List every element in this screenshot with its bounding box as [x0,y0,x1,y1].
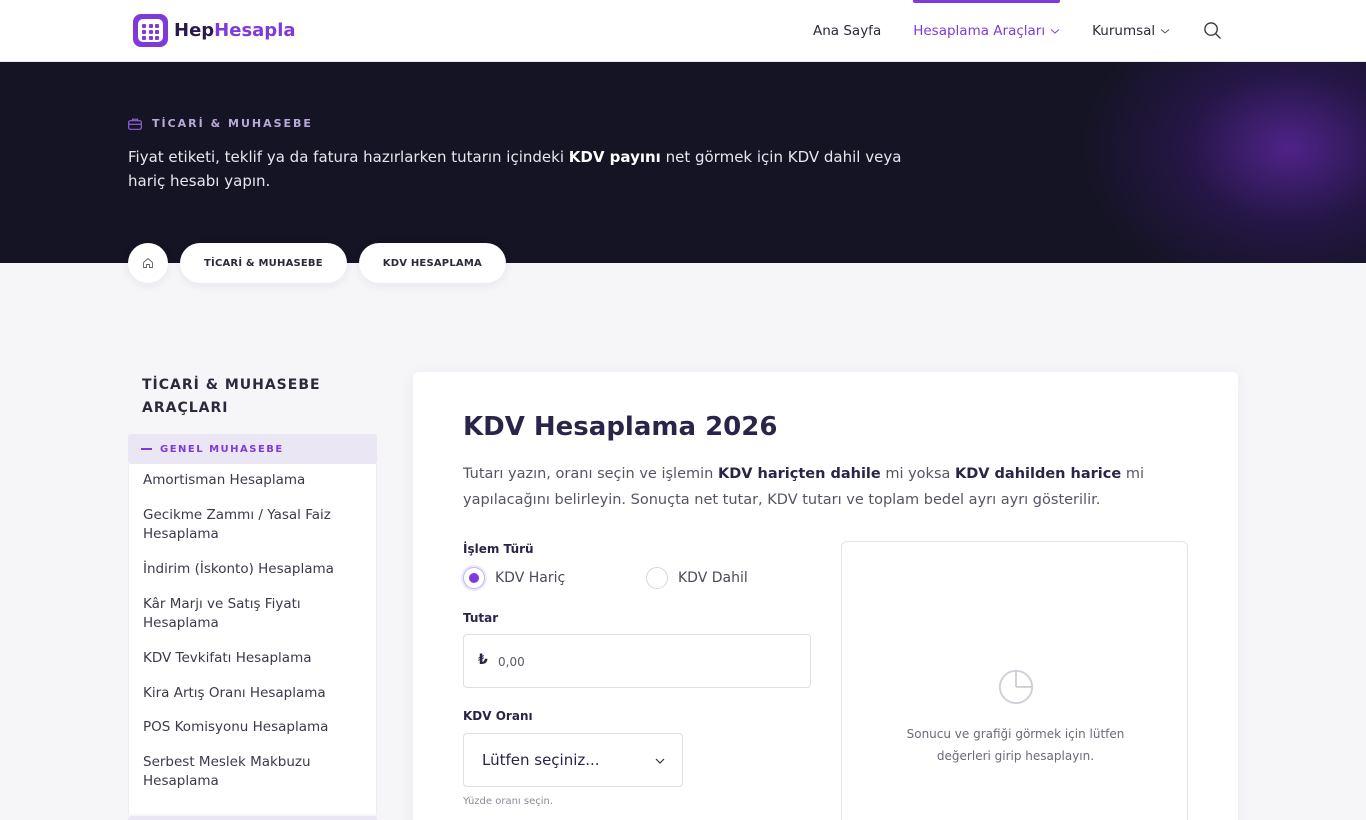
breadcrumb-current-label: KDV HESAPLAMA [382,257,482,269]
amount-field[interactable]: ₺ [463,634,811,688]
sidebar-next-group[interactable] [128,816,377,820]
sidebar-item-amortisman[interactable]: Amortisman Hesaplama [143,471,368,490]
radio-kdv-haric[interactable]: KDV Hariç [463,567,565,589]
radio-kdv-dahil-label: KDV Dahil [678,570,748,586]
nav-home-label: Ana Sayfa [813,23,882,39]
chevron-down-icon [655,758,665,764]
radio-kdv-haric-label: KDV Hariç [495,570,566,586]
hero-banner: TİCARİ & MUHASEBE Fiyat etiketi, teklif … [0,62,1366,263]
hero-category: TİCARİ & MUHASEBE [128,117,313,130]
sidebar-item-gecikme-zammi[interactable]: Gecikme Zammı / Yasal Faiz Hesaplama [143,506,368,544]
site-logo[interactable]: HepHesapla [133,14,296,47]
rate-select[interactable]: Lütfen seçiniz... [463,733,683,787]
calculator-card: KDV Hesaplama 2026 Tutarı yazın, oranı s… [413,372,1238,820]
breadcrumb-category[interactable]: TİCARİ & MUHASEBE [180,243,347,283]
sidebar-group-label: GENEL MUHASEBE [160,443,284,455]
nav-corporate-menu[interactable]: Kurumsal [1092,0,1170,62]
logo-text-part1: Hep [174,20,215,41]
hero-description: Fiyat etiketi, teklif ya da fatura hazır… [128,145,938,193]
home-icon [143,257,153,268]
desc-text-2: mi yoksa [880,466,955,482]
desc-text-1: Tutarı yazın, oranı seçin ve işlemin [463,466,718,482]
rate-select-value: Lütfen seçiniz... [482,751,600,769]
chevron-down-icon [1160,29,1170,34]
top-navbar: HepHesapla Ana Sayfa Hesaplama Araçları … [0,0,1366,62]
desc-bold-2: KDV dahilden harice [955,466,1122,482]
amount-input[interactable] [498,649,798,675]
chevron-down-icon [1050,29,1060,34]
amount-label: Tutar [463,611,499,625]
sidebar-item-kar-marji[interactable]: Kâr Marjı ve Satış Fiyatı Hesaplama [143,595,368,633]
hero-desc-text-1: Fiyat etiketi, teklif ya da fatura hazır… [128,148,569,166]
sidebar-title: TİCARİ & MUHASEBE ARAÇLARI [142,377,321,416]
radio-kdv-dahil-dot[interactable] [646,567,668,589]
sidebar-item-indirim[interactable]: İndirim (İskonto) Hesaplama [143,560,368,579]
hero-desc-bold: KDV payını [568,148,661,166]
logo-text: HepHesapla [174,20,296,41]
sidebar-item-serbest-meslek[interactable]: Serbest Meslek Makbuzu Hesaplama [143,753,368,791]
sidebar-item-pos-komisyonu[interactable]: POS Komisyonu Hesaplama [143,718,368,737]
pie-chart-icon [998,669,1034,705]
breadcrumb-home[interactable] [128,243,168,283]
page-title: KDV Hesaplama 2026 [463,412,778,442]
page-description: Tutarı yazın, oranı seçin ve işlemin KDV… [463,461,1193,513]
main-nav: Ana Sayfa Hesaplama Araçları Kurumsal [813,0,1170,62]
dash-icon [141,448,152,450]
radio-kdv-dahil[interactable]: KDV Dahil [646,567,748,589]
nav-corporate-label: Kurumsal [1092,23,1156,39]
logo-text-part2: Hesapla [214,20,296,41]
operation-type-label: İşlem Türü [463,542,534,556]
nav-tools-menu[interactable]: Hesaplama Araçları [913,0,1061,62]
sidebar-item-kira-artis[interactable]: Kira Artış Oranı Hesaplama [143,684,368,703]
nav-tools-label: Hesaplama Araçları [913,23,1046,39]
hero-category-label: TİCARİ & MUHASEBE [152,117,313,130]
breadcrumb: TİCARİ & MUHASEBE KDV HESAPLAMA [128,243,518,283]
hero-glow [1080,62,1366,263]
nav-home-link[interactable]: Ana Sayfa [813,0,881,62]
radio-kdv-haric-dot[interactable] [463,567,485,589]
breadcrumb-current: KDV HESAPLAMA [358,243,506,283]
desc-bold-1: KDV hariçten dahile [717,466,881,482]
sidebar-item-kdv-tevkifati[interactable]: KDV Tevkifatı Hesaplama [143,649,368,668]
breadcrumb-category-label: TİCARİ & MUHASEBE [204,257,323,269]
sidebar: TİCARİ & MUHASEBE ARAÇLARI GENEL MUHASEB… [128,372,377,820]
calculator-logo-icon [133,14,168,47]
rate-hint: Yüzde oranı seçin. [463,796,554,807]
rate-label: KDV Oranı [463,709,533,723]
currency-symbol: ₺ [478,652,488,668]
search-icon[interactable] [1203,21,1222,40]
result-panel: Sonucu ve grafiği görmek için lütfen değ… [841,541,1188,820]
briefcase-icon [128,118,142,130]
sidebar-list: Amortisman Hesaplama Gecikme Zammı / Yas… [128,464,377,814]
result-empty-message: Sonucu ve grafiği görmek için lütfen değ… [906,727,1125,763]
sidebar-group-header[interactable]: GENEL MUHASEBE [128,434,377,464]
